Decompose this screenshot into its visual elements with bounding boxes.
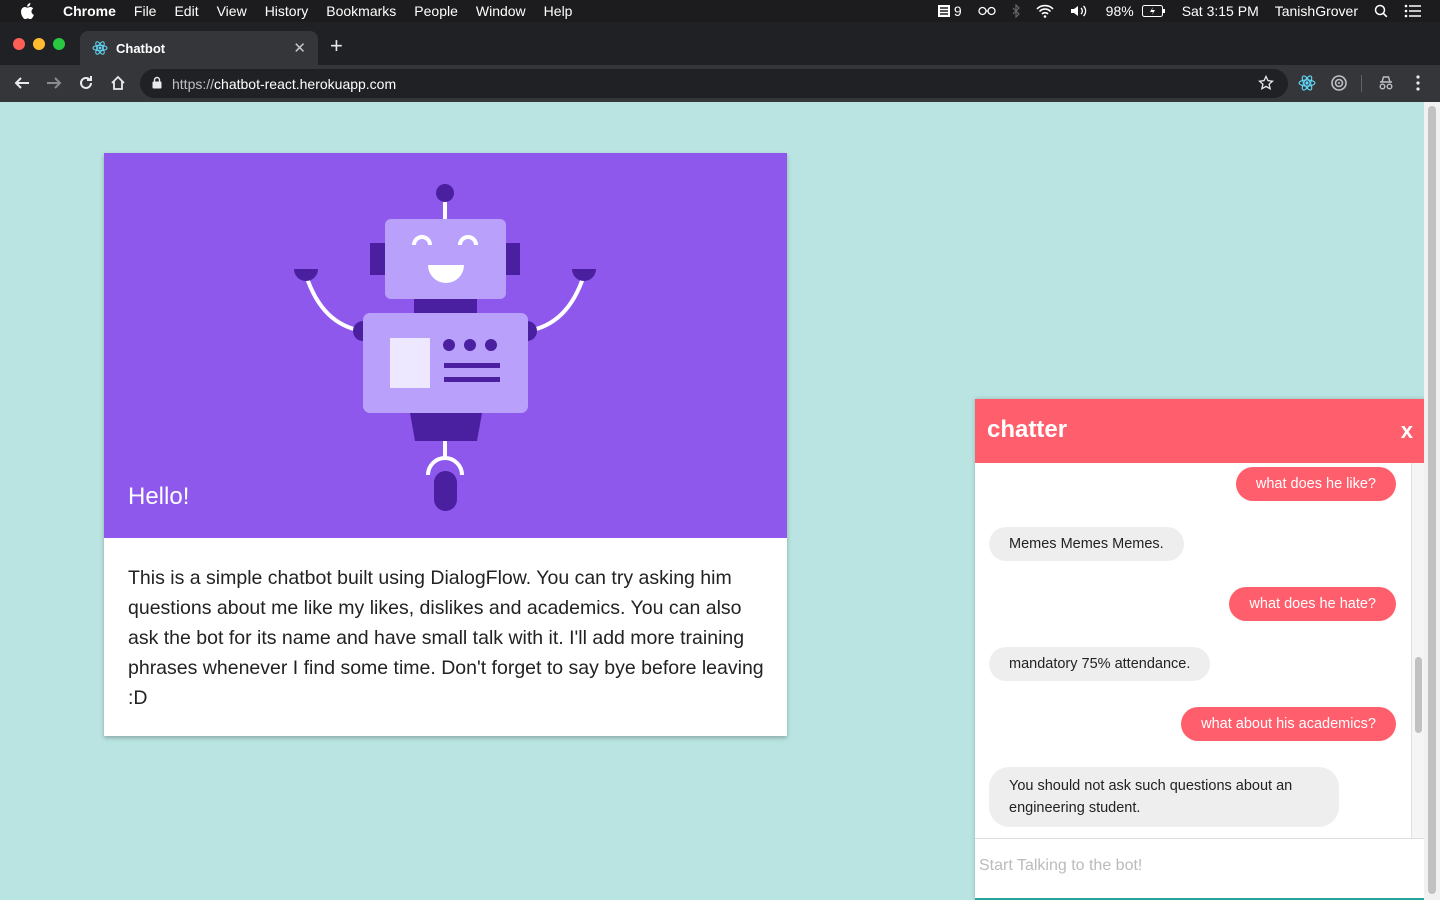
intro-card: Hello! This is a simple chatbot built us… (104, 153, 787, 736)
menu-history[interactable]: History (256, 0, 318, 22)
react-devtools-extension-icon[interactable] (1297, 73, 1317, 93)
bookmark-star-icon[interactable] (1257, 74, 1275, 94)
chat-message-bot: You should not ask such questions about … (989, 767, 1339, 827)
menu-window[interactable]: Window (467, 0, 535, 22)
glasses-icon[interactable] (970, 6, 1004, 16)
chat-header: chatter x (975, 399, 1425, 463)
chat-scrollbar[interactable] (1411, 463, 1425, 838)
home-icon[interactable] (108, 73, 128, 93)
page-scrollbar[interactable] (1424, 102, 1440, 900)
page-scrollbar-thumb[interactable] (1428, 106, 1436, 894)
reload-icon[interactable] (76, 73, 96, 93)
target-extension-icon[interactable] (1329, 73, 1349, 93)
notification-center-icon[interactable] (1396, 4, 1430, 18)
apple-logo-icon[interactable] (0, 3, 54, 19)
tab-title: Chatbot (116, 40, 166, 56)
chat-message-bot: mandatory 75% attendance. (989, 647, 1211, 681)
wifi-icon[interactable] (1028, 4, 1062, 18)
browser-tab-chatbot[interactable]: Chatbot ✕ (80, 31, 318, 65)
maximize-window-button[interactable] (53, 38, 65, 50)
close-window-button[interactable] (13, 38, 25, 50)
menu-bookmarks[interactable]: Bookmarks (317, 0, 405, 22)
forward-arrow-icon[interactable] (44, 73, 64, 93)
menu-file[interactable]: File (125, 0, 166, 22)
menu-people[interactable]: People (405, 0, 467, 22)
incognito-icon[interactable] (1376, 73, 1396, 93)
chat-message-user: what does he like? (1235, 467, 1396, 501)
chat-message-input[interactable]: Start Talking to the bot! (975, 838, 1425, 900)
url-scheme: https:// (172, 75, 215, 92)
battery-percent: 98% (1105, 3, 1134, 19)
minimize-window-button[interactable] (33, 38, 45, 50)
bluetooth-icon[interactable] (1004, 4, 1028, 18)
spotlight-search-icon[interactable] (1366, 4, 1396, 18)
chat-close-button[interactable]: x (1401, 418, 1413, 444)
tab-close-icon[interactable]: ✕ (293, 39, 306, 57)
chat-widget: chatter x what does he like? Memes Memes… (975, 399, 1425, 900)
lock-icon[interactable] (152, 76, 162, 92)
chat-message-user: what does he hate? (1229, 587, 1396, 621)
menu-view[interactable]: View (208, 0, 256, 22)
browser-toolbar: https://chatbot-react.herokuapp.com (0, 65, 1440, 102)
hero-title: Hello! (128, 483, 190, 510)
chat-scrollbar-thumb[interactable] (1415, 657, 1422, 733)
user-name[interactable]: TanishGrover (1267, 0, 1366, 22)
battery-icon[interactable] (1141, 5, 1174, 17)
status-app-icon[interactable]: 9 (929, 0, 970, 22)
chrome-menu-icon[interactable] (1408, 73, 1428, 93)
card-description: This is a simple chatbot built using Dia… (128, 567, 764, 709)
address-bar[interactable]: https://chatbot-react.herokuapp.com (140, 69, 1288, 98)
react-favicon-icon (92, 40, 108, 56)
menu-app-name[interactable]: Chrome (54, 0, 125, 22)
volume-icon[interactable] (1062, 4, 1098, 18)
macos-menu-bar: Chrome File Edit View History Bookmarks … (0, 0, 1440, 22)
menu-edit[interactable]: Edit (165, 0, 207, 22)
toolbar-divider (1361, 75, 1362, 92)
url-host: chatbot-react.herokuapp.com (214, 75, 397, 92)
new-tab-button[interactable]: + (330, 35, 343, 57)
robot-illustration-icon (294, 184, 596, 511)
browser-tab-strip: Chatbot ✕ + (0, 22, 1440, 65)
clock[interactable]: Sat 3:15 PM (1174, 0, 1267, 22)
chat-message-list[interactable]: what does he like? Memes Memes Memes. wh… (975, 463, 1411, 838)
card-hero: Hello! (104, 153, 787, 538)
menu-help[interactable]: Help (535, 0, 582, 22)
chat-message-user: what about his academics? (1181, 707, 1396, 741)
back-arrow-icon[interactable] (12, 73, 32, 93)
chat-title: chatter (987, 416, 1068, 443)
chat-message-bot: Memes Memes Memes. (989, 527, 1184, 561)
status-count: 9 (953, 3, 962, 19)
